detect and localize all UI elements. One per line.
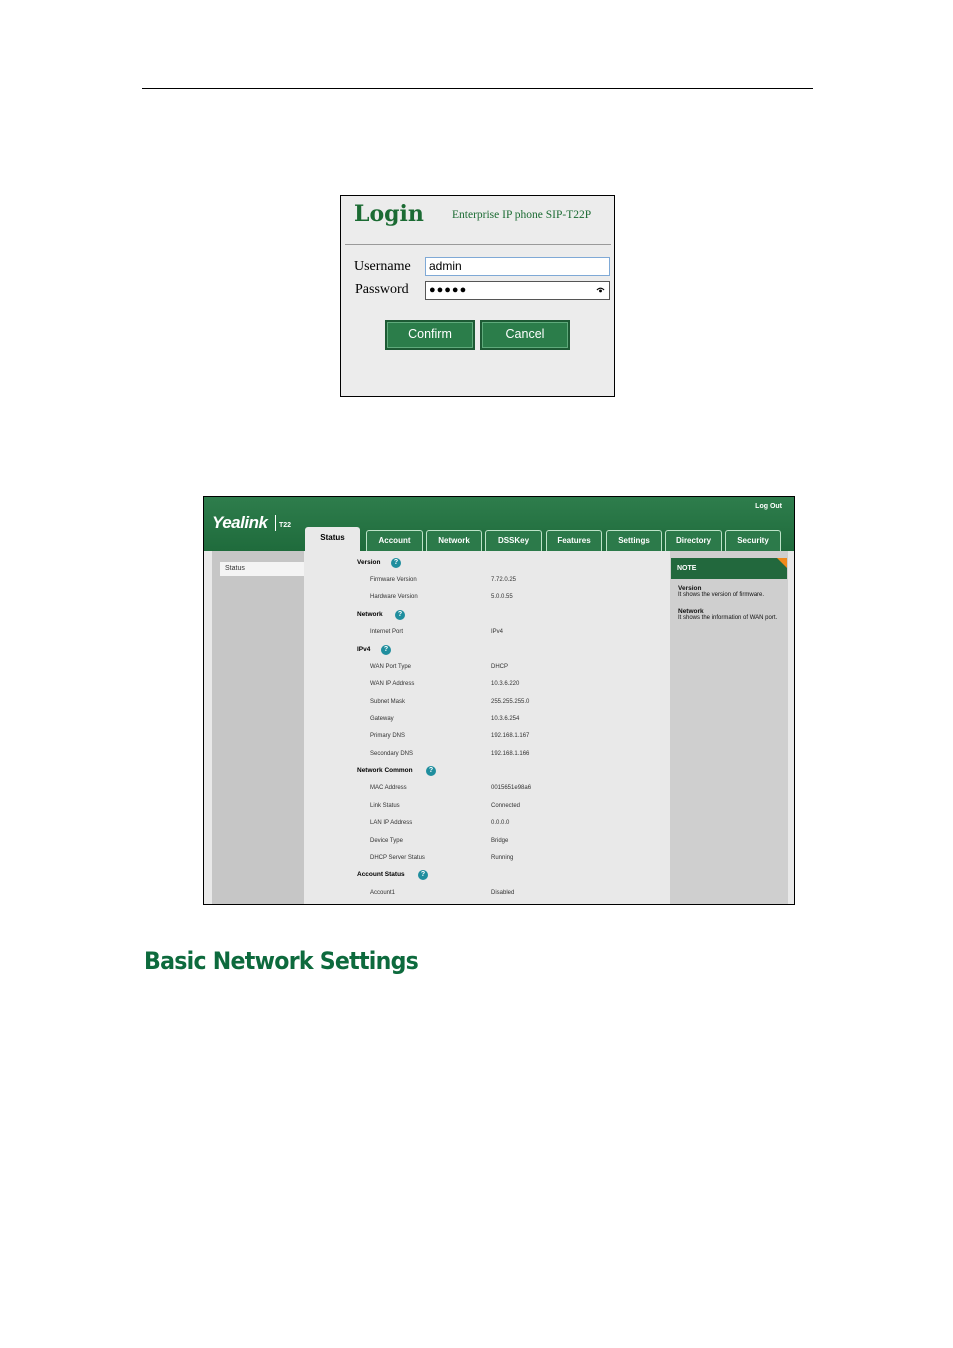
row-value: Running bbox=[491, 855, 514, 861]
section-heading: Basic Network Settings bbox=[144, 947, 419, 975]
row-value: Disabled bbox=[491, 890, 515, 896]
row-label: WAN IP Address bbox=[370, 681, 415, 687]
model-label: T22 bbox=[279, 522, 292, 529]
tab-features[interactable]: Features bbox=[546, 530, 602, 551]
tab-dsskey[interactable]: DSSKey bbox=[485, 530, 542, 551]
row-value: 7.72.0.25 bbox=[491, 577, 517, 583]
row-label: Account1 bbox=[370, 890, 396, 896]
login-divider bbox=[345, 244, 611, 245]
section-title-network: Network bbox=[357, 611, 383, 618]
reveal-password-icon[interactable] bbox=[596, 286, 605, 294]
tab-network[interactable]: Network bbox=[426, 530, 482, 551]
row-label: Device Type bbox=[370, 838, 403, 844]
username-label: Username bbox=[354, 259, 411, 274]
note-item-text: It shows the information of WAN port. bbox=[678, 615, 778, 621]
login-title: Login bbox=[354, 201, 424, 227]
page-header-rule bbox=[142, 88, 813, 89]
logo-separator bbox=[275, 515, 276, 531]
section-title-version: Version bbox=[357, 559, 381, 566]
row-label: Firmware Version bbox=[370, 577, 417, 583]
password-value: ●●●●● bbox=[429, 284, 468, 296]
row-value: Connected bbox=[491, 803, 521, 809]
row-value: IPv4 bbox=[491, 629, 504, 635]
section-title-account-status: Account Status bbox=[357, 871, 405, 878]
row-label: Subnet Mask bbox=[370, 699, 406, 705]
row-label: Link Status bbox=[370, 803, 400, 809]
note-item-version: Version It shows the version of firmware… bbox=[678, 585, 784, 599]
row-value: 10.3.6.220 bbox=[491, 681, 520, 687]
tab-account[interactable]: Account bbox=[366, 530, 423, 551]
password-input[interactable]: ●●●●● bbox=[425, 281, 610, 300]
help-icon[interactable]: ? bbox=[381, 645, 391, 655]
row-value: 192.168.1.167 bbox=[491, 733, 530, 739]
note-item-title: Version bbox=[678, 585, 702, 592]
tab-directory[interactable]: Directory bbox=[665, 530, 722, 551]
note-item-title: Network bbox=[678, 608, 704, 615]
help-icon[interactable]: ? bbox=[426, 766, 436, 776]
row-label: Secondary DNS bbox=[370, 751, 414, 757]
cancel-button[interactable]: Cancel bbox=[480, 320, 570, 350]
row-value: Bridge bbox=[491, 838, 509, 844]
note-panel: NOTE Version It shows the version of fir… bbox=[670, 551, 788, 904]
row-label: Internet Port bbox=[370, 629, 404, 635]
row-label: Primary DNS bbox=[370, 733, 406, 739]
row-value: 0015651e98a6 bbox=[491, 785, 532, 791]
row-label: DHCP Server Status bbox=[370, 855, 425, 861]
row-label: Gateway bbox=[370, 716, 394, 722]
logout-link[interactable]: Log Out bbox=[755, 503, 782, 510]
confirm-button[interactable]: Confirm bbox=[385, 320, 475, 350]
help-icon[interactable]: ? bbox=[391, 558, 401, 568]
note-item-text: It shows the version of firmware. bbox=[678, 592, 765, 598]
help-icon[interactable]: ? bbox=[395, 610, 405, 620]
row-value: 5.0.0.55 bbox=[491, 594, 513, 600]
row-value: 0.0.0.0 bbox=[491, 820, 510, 826]
tab-security[interactable]: Security bbox=[725, 530, 781, 551]
password-label: Password bbox=[355, 282, 409, 297]
note-item-network: Network It shows the information of WAN … bbox=[678, 608, 784, 622]
row-label: Hardware Version bbox=[370, 594, 418, 600]
row-label: LAN IP Address bbox=[370, 820, 413, 826]
note-corner-fold-icon bbox=[777, 558, 787, 568]
username-input[interactable]: admin bbox=[425, 257, 610, 276]
row-label: MAC Address bbox=[370, 785, 407, 791]
web-ui-status-screenshot: Yealink T22 Log Out Status Account Netwo… bbox=[203, 496, 795, 905]
row-value: 10.3.6.254 bbox=[491, 716, 520, 722]
login-dialog: Login Enterprise IP phone SIP-T22P Usern… bbox=[340, 195, 615, 397]
sidebar: Status bbox=[212, 551, 304, 904]
section-title-ipv4: IPv4 bbox=[357, 646, 371, 653]
row-value: 192.168.1.166 bbox=[491, 751, 530, 757]
help-icon[interactable]: ? bbox=[418, 870, 428, 880]
login-subtitle: Enterprise IP phone SIP-T22P bbox=[452, 209, 592, 221]
top-bar: Yealink T22 Log Out Status Account Netwo… bbox=[204, 497, 794, 551]
note-header-label: NOTE bbox=[677, 565, 697, 572]
row-value: DHCP bbox=[491, 664, 509, 670]
sidebar-item-status[interactable]: Status bbox=[220, 562, 304, 576]
row-label: WAN Port Type bbox=[370, 664, 412, 670]
row-value: 255.255.255.0 bbox=[491, 699, 530, 705]
yealink-logo: Yealink bbox=[212, 513, 268, 532]
tab-settings[interactable]: Settings bbox=[606, 530, 662, 551]
tab-status[interactable]: Status bbox=[305, 527, 360, 551]
note-header: NOTE bbox=[671, 558, 787, 579]
section-title-network-common: Network Common bbox=[357, 767, 413, 774]
status-content: Version ? Firmware Version 7.72.0.25 Har… bbox=[304, 551, 669, 904]
